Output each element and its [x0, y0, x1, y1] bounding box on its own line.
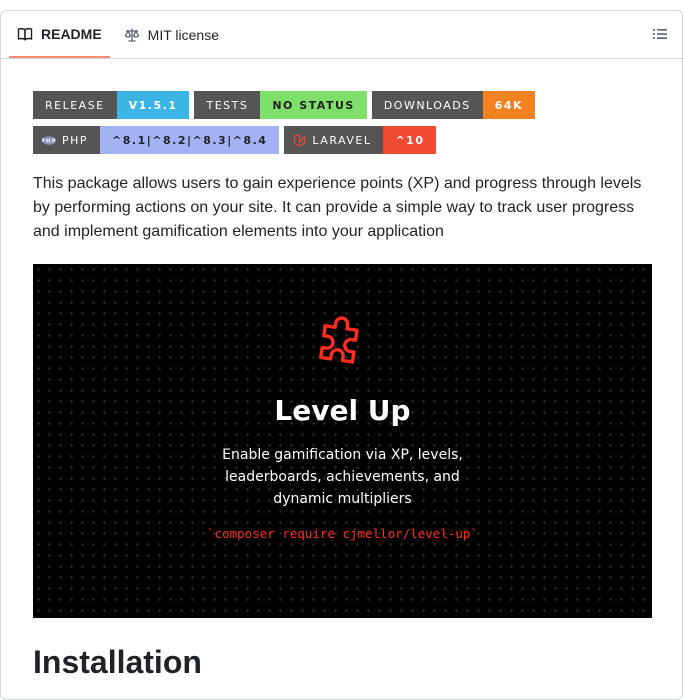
package-description: This package allows users to gain experi… — [33, 175, 642, 240]
tagline-line: leaderboards, achievements, and — [225, 469, 460, 485]
badge-value: ^8.1|^8.2|^8.3|^8.4 — [100, 126, 280, 154]
badge-value: V1.5.1 — [116, 91, 190, 119]
puzzle-icon — [319, 316, 359, 364]
install-command: `composer require cjmellor/level-up` — [207, 526, 478, 541]
badge-row-2: php PHP ^8.1|^8.2|^8.3|^8.4 LARAVEL ^10 — [33, 126, 650, 154]
badge-value: 64K — [482, 91, 536, 119]
readme-content: RELEASE V1.5.1 TESTS NO STATUS DOWNLOADS… — [1, 59, 682, 681]
badge-row-1: RELEASE V1.5.1 TESTS NO STATUS DOWNLOADS… — [33, 91, 650, 119]
readme-panel: README MIT license RELEASE V1.5.1 TESTS … — [0, 10, 683, 700]
badge-label: TESTS — [194, 91, 261, 119]
badge-value: NO STATUS — [260, 91, 367, 119]
readme-tabs: README MIT license — [1, 11, 682, 59]
badge-label-wrap: php PHP — [33, 126, 101, 154]
tab-readme[interactable]: README — [9, 11, 110, 58]
tab-license[interactable]: MIT license — [110, 11, 227, 58]
badge-label: RELEASE — [33, 91, 117, 119]
php-icon: php — [42, 135, 56, 145]
table-of-contents-button[interactable] — [652, 26, 668, 42]
level-up-banner: Level Up Enable gamification via XP, lev… — [33, 264, 652, 618]
tagline-line: dynamic multipliers — [273, 491, 412, 507]
installation-heading: Installation — [33, 644, 202, 680]
list-icon — [653, 29, 667, 39]
tagline-line: Enable gamification via XP, levels, — [222, 447, 463, 463]
scale-icon — [124, 27, 140, 43]
banner-title: Level Up — [274, 394, 411, 427]
svg-text:php: php — [42, 138, 56, 144]
book-icon — [17, 26, 33, 42]
badge-label: LARAVEL — [312, 133, 372, 147]
laravel-badge[interactable]: LARAVEL ^10 — [284, 126, 437, 154]
tab-readme-label: README — [41, 25, 102, 42]
badge-label: DOWNLOADS — [371, 91, 483, 119]
laravel-icon — [294, 133, 306, 147]
badge-label: PHP — [62, 133, 89, 147]
tests-badge[interactable]: TESTS NO STATUS — [194, 91, 367, 119]
badge-label-wrap: LARAVEL — [284, 126, 384, 154]
php-badge[interactable]: php PHP ^8.1|^8.2|^8.3|^8.4 — [33, 126, 280, 154]
badge-value: ^10 — [383, 126, 437, 154]
tab-license-label: MIT license — [147, 26, 219, 43]
banner-tagline: Enable gamification via XP, levels, lead… — [33, 444, 652, 510]
release-badge[interactable]: RELEASE V1.5.1 — [33, 91, 190, 119]
downloads-badge[interactable]: DOWNLOADS 64K — [371, 91, 536, 119]
